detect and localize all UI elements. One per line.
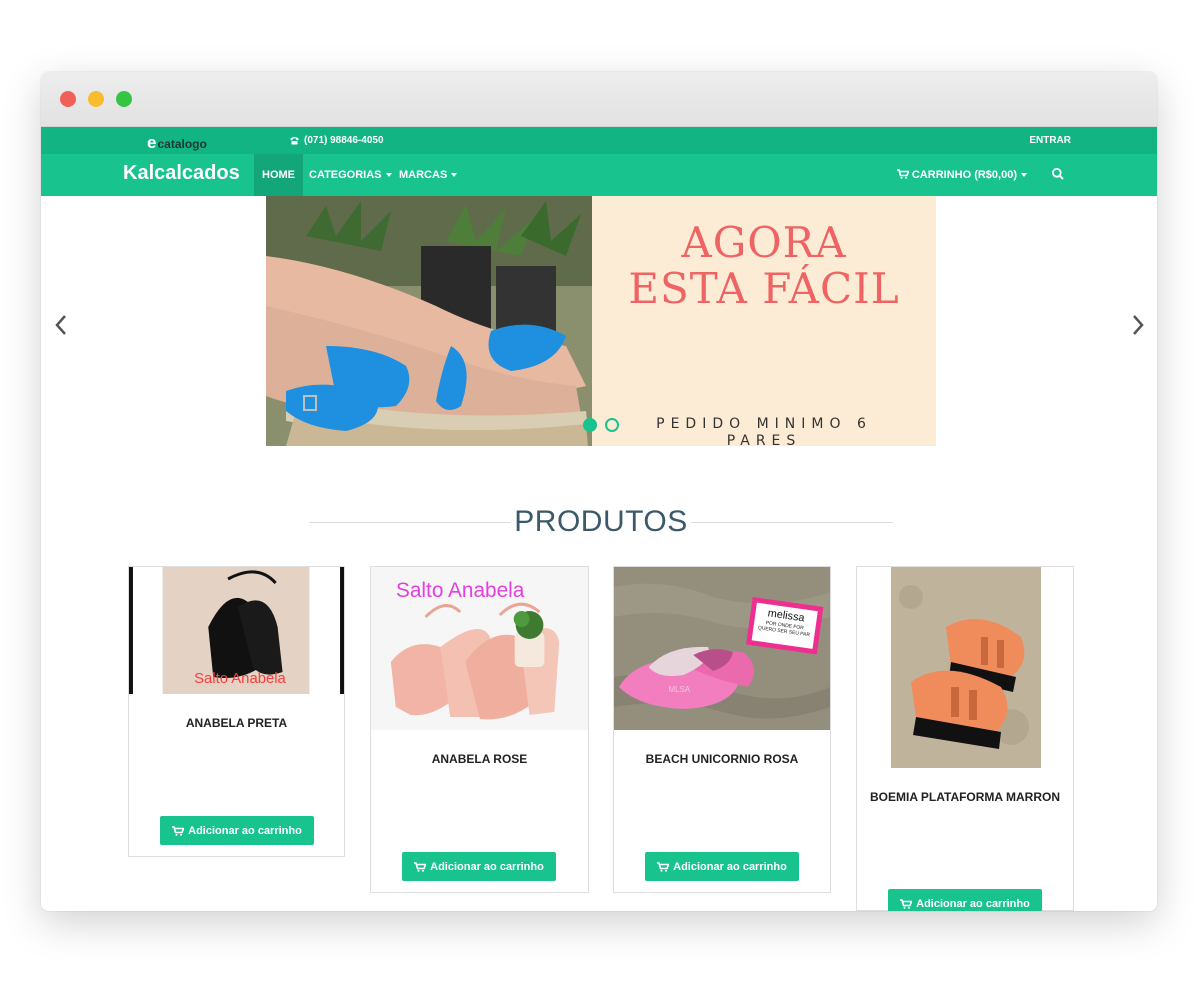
store-brand[interactable]: Kalcalcados xyxy=(123,162,240,185)
carousel-slide[interactable]: AGORA ESTA FÁCIL PEDIDO MINIMO 6 PARES xyxy=(266,196,936,446)
add-to-cart-button[interactable]: Adicionar ao carrinho xyxy=(645,852,799,881)
product-image[interactable]: Salto Anabela xyxy=(129,567,344,694)
carousel-indicators xyxy=(583,418,619,432)
login-link[interactable]: ENTRAR xyxy=(1029,135,1071,146)
minimize-window-button[interactable] xyxy=(88,91,104,107)
cart-icon xyxy=(896,169,910,179)
logo-e: e xyxy=(147,133,157,152)
add-to-cart-button[interactable]: Adicionar ao carrinho xyxy=(160,816,314,845)
promo-subline: PEDIDO MINIMO 6 PARES xyxy=(656,416,872,446)
cart-icon xyxy=(900,898,913,909)
nav-marcas-label: MARCAS xyxy=(399,169,448,181)
promo-headline-1: AGORA xyxy=(681,218,847,267)
browser-window: e catalogo (071) 98846-4050 ENTRAR Kalca… xyxy=(41,72,1157,911)
product-card-beach-unicornio[interactable]: melissa POR ONDE FOR QUERO SER SEU PAR M… xyxy=(613,566,831,893)
sandal-photo xyxy=(266,196,592,446)
product-name[interactable]: ANABELA PRETA xyxy=(129,716,344,730)
product-card-boemia-plataforma[interactable]: BOEMIA PLATAFORMA MARRON Adicionar ao ca… xyxy=(856,566,1074,911)
product-image[interactable]: Salto Anabela xyxy=(371,567,588,730)
add-to-cart-label: Adicionar ao carrinho xyxy=(430,860,544,873)
product-name[interactable]: ANABELA ROSE xyxy=(371,752,588,766)
phone-number: (071) 98846-4050 xyxy=(304,135,384,146)
heading-divider-left xyxy=(309,522,511,523)
product-name[interactable]: BEACH UNICORNIO ROSA xyxy=(614,752,830,766)
promo-panel: AGORA ESTA FÁCIL PEDIDO MINIMO 6 PARES xyxy=(592,196,936,446)
caret-down-icon xyxy=(1021,173,1027,178)
top-bar: e catalogo (071) 98846-4050 ENTRAR xyxy=(41,127,1157,154)
window-titlebar xyxy=(41,72,1157,127)
caret-down-icon xyxy=(451,173,458,178)
image-label-text: Salto Anabela xyxy=(194,670,286,687)
product-image[interactable] xyxy=(891,567,1041,768)
cart-icon xyxy=(657,861,670,872)
carousel-indicator-1[interactable] xyxy=(583,418,597,432)
nav-categorias[interactable]: CATEGORIAS xyxy=(301,154,400,196)
add-to-cart-button[interactable]: Adicionar ao carrinho xyxy=(888,889,1042,911)
nav-home-label: HOME xyxy=(262,169,295,181)
cart-dropdown[interactable]: CARRINHO (R$0,00) xyxy=(896,154,1027,196)
product-card-anabela-rose[interactable]: Salto Anabela ANABELA ROSE Adicionar ao … xyxy=(370,566,589,893)
heading-divider-right xyxy=(691,522,893,523)
ecatalogo-logo[interactable]: e catalogo xyxy=(147,131,207,151)
main-navbar: Kalcalcados HOME CATEGORIAS MARCAS CARRI… xyxy=(41,154,1157,196)
add-to-cart-label: Adicionar ao carrinho xyxy=(916,897,1030,910)
cart-icon xyxy=(414,861,427,872)
add-to-cart-button[interactable]: Adicionar ao carrinho xyxy=(402,852,556,881)
add-to-cart-label: Adicionar ao carrinho xyxy=(188,824,302,837)
cart-icon xyxy=(172,825,185,836)
hero-carousel: AGORA ESTA FÁCIL PEDIDO MINIMO 6 PARES xyxy=(41,196,1157,446)
image-label-text: Salto Anabela xyxy=(396,579,525,602)
chevron-left-icon[interactable] xyxy=(54,314,68,336)
carousel-indicator-2[interactable] xyxy=(605,418,619,432)
promo-headline-2: ESTA FÁCIL xyxy=(628,264,900,313)
product-card-anabela-preta[interactable]: Salto Anabela ANABELA PRETA Adicionar ao… xyxy=(128,566,345,857)
nav-marcas[interactable]: MARCAS xyxy=(391,154,465,196)
phone-icon xyxy=(290,137,299,145)
product-image[interactable]: melissa POR ONDE FOR QUERO SER SEU PAR M… xyxy=(614,567,830,730)
products-title: PRODUTOS xyxy=(514,505,688,538)
add-to-cart-label: Adicionar ao carrinho xyxy=(673,860,787,873)
product-name[interactable]: BOEMIA PLATAFORMA MARRON xyxy=(857,790,1073,804)
maximize-window-button[interactable] xyxy=(116,91,132,107)
nav-home[interactable]: HOME xyxy=(254,154,303,196)
page-viewport: e catalogo (071) 98846-4050 ENTRAR Kalca… xyxy=(41,127,1157,911)
phone-contact[interactable]: (071) 98846-4050 xyxy=(289,135,384,146)
chevron-right-icon[interactable] xyxy=(1131,314,1145,336)
logo-text: catalogo xyxy=(157,137,207,151)
cart-label: CARRINHO (R$0,00) xyxy=(911,169,1017,181)
nav-categorias-label: CATEGORIAS xyxy=(309,169,382,181)
products-heading: PRODUTOS xyxy=(41,503,1157,543)
sole-brand-text: MLSA xyxy=(668,685,690,694)
close-window-button[interactable] xyxy=(60,91,76,107)
search-icon[interactable] xyxy=(1051,167,1065,181)
